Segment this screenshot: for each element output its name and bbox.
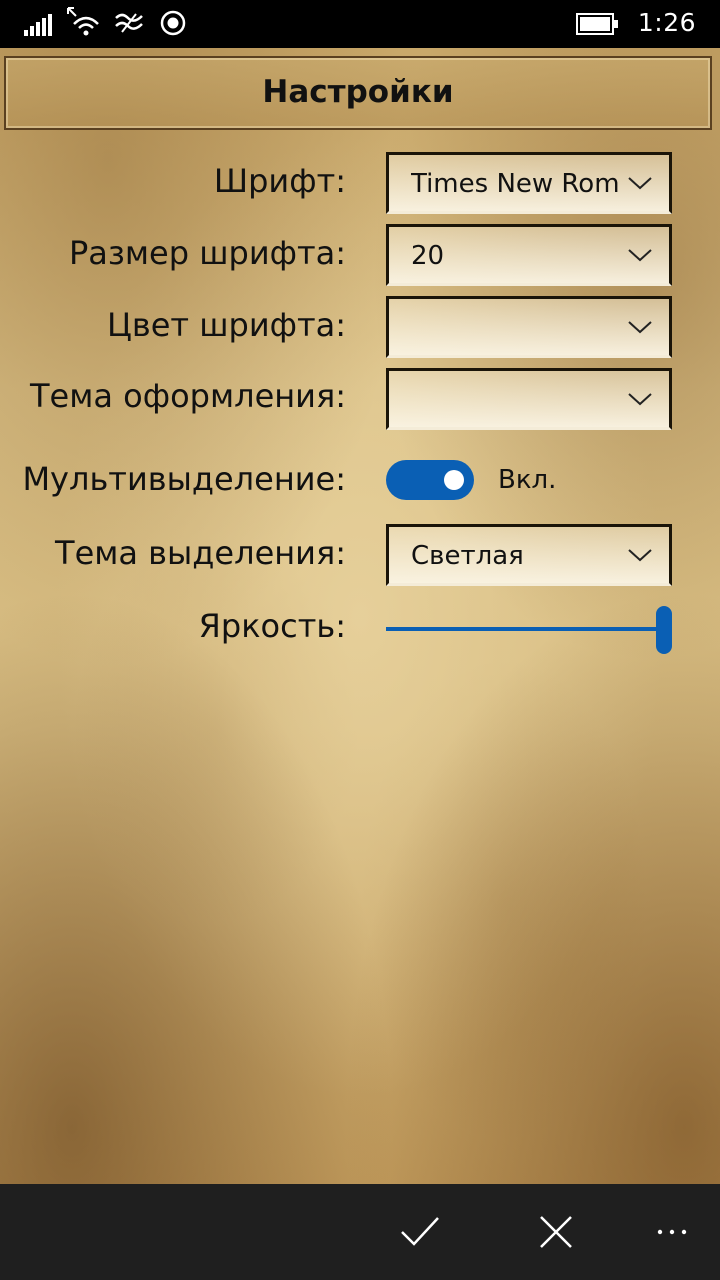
theme-combobox[interactable]	[386, 368, 672, 430]
multi-select-state: Вкл.	[498, 465, 557, 495]
battery-icon	[576, 13, 618, 35]
font-combobox[interactable]: Times New Roman	[386, 152, 672, 214]
selection-theme-combobox[interactable]: Светлая	[386, 524, 672, 586]
chevron-down-icon	[628, 393, 652, 406]
multi-select-label: Мультивыделение:	[22, 460, 346, 498]
brightness-slider-track[interactable]	[386, 627, 662, 631]
page-header: Настройки	[4, 56, 712, 130]
chevron-down-icon	[628, 249, 652, 262]
font-label: Шрифт:	[213, 162, 346, 200]
app-bar	[0, 1184, 720, 1280]
wifi-icon	[67, 7, 99, 36]
chevron-down-icon	[628, 177, 652, 190]
status-bar: 1:26	[0, 0, 720, 48]
font-size-combobox[interactable]: 20	[386, 224, 672, 286]
font-color-label: Цвет шрифта:	[107, 306, 346, 344]
status-time: 1:26	[637, 8, 696, 37]
font-size-label: Размер шрифта:	[68, 234, 346, 272]
parchment-background	[0, 48, 720, 1184]
page-title: Настройки	[262, 74, 454, 110]
selection-theme-value: Светлая	[411, 541, 524, 571]
brightness-slider-thumb[interactable]	[656, 606, 672, 654]
signal-icon	[24, 14, 52, 36]
checkmark-icon[interactable]	[400, 1212, 440, 1252]
font-value: Times New Roman	[411, 169, 621, 199]
multi-select-toggle[interactable]	[386, 460, 474, 500]
settings-screen: 1:26 Настройки Шрифт: Times New Roman Ра…	[0, 0, 720, 1280]
selection-theme-label: Тема выделения:	[55, 534, 346, 572]
font-color-combobox[interactable]	[386, 296, 672, 358]
chevron-down-icon	[628, 549, 652, 562]
location-icon	[160, 10, 186, 36]
theme-label: Тема оформления:	[29, 377, 346, 415]
hotspot-icon	[115, 13, 143, 33]
more-icon[interactable]	[654, 1212, 694, 1252]
font-size-value: 20	[411, 241, 445, 271]
brightness-label: Яркость:	[198, 607, 346, 645]
toggle-knob	[444, 470, 464, 490]
close-icon[interactable]	[536, 1212, 576, 1252]
chevron-down-icon	[628, 321, 652, 334]
